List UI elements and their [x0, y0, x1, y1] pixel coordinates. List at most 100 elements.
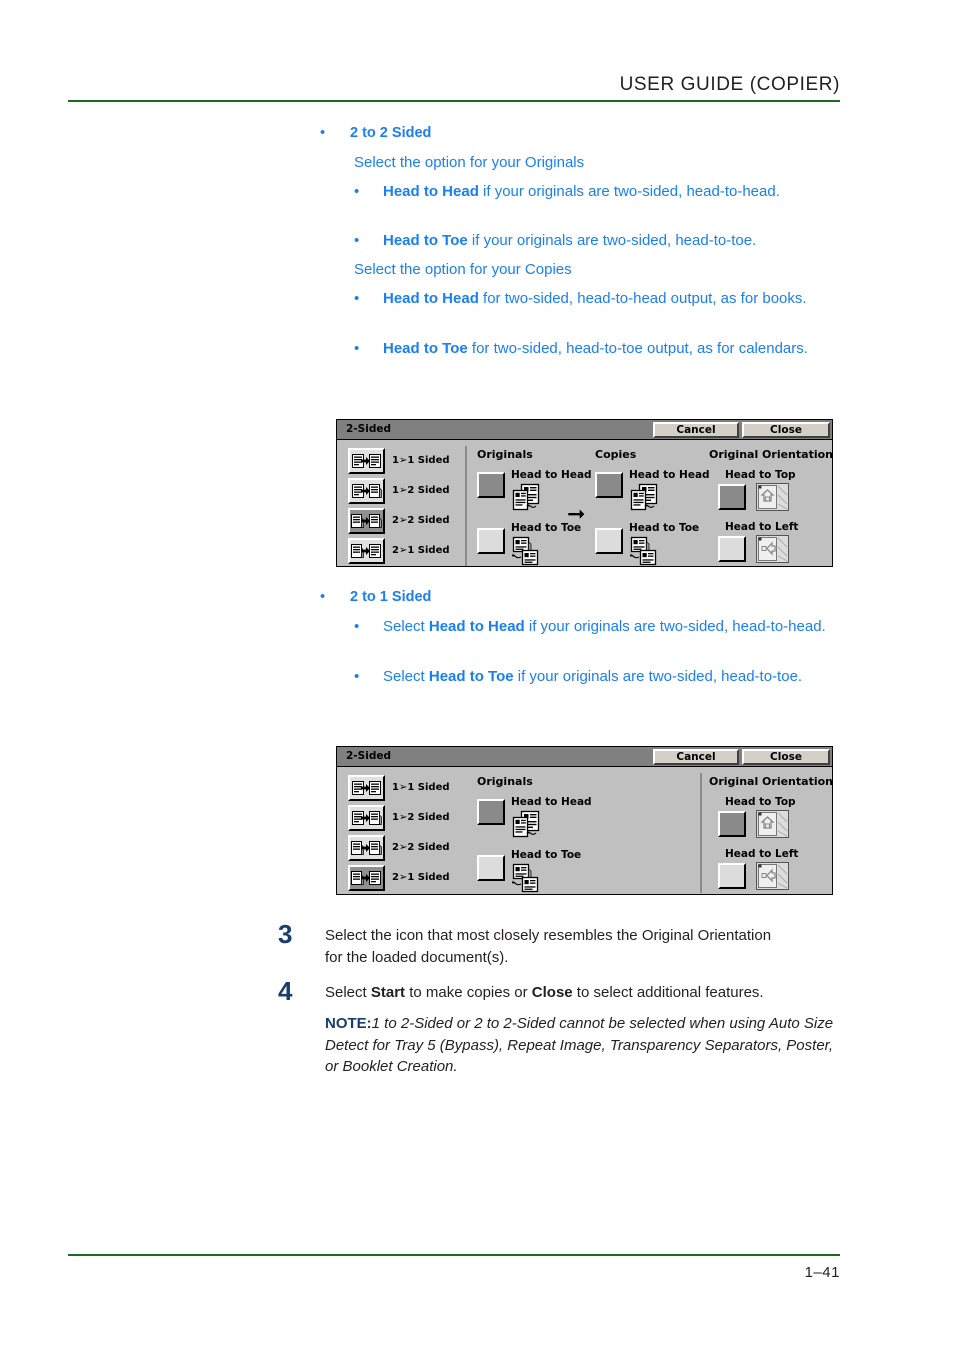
- orientation-head-to-top-button[interactable]: [718, 484, 746, 510]
- orientation-head-to-top-label: Head to Top: [725, 469, 796, 481]
- orientation-head-to-left-label: Head to Left: [725, 521, 799, 533]
- header-rule: [68, 100, 840, 102]
- mode-button-1to1[interactable]: [348, 448, 385, 474]
- two-to-two-sided-icon: [351, 514, 382, 528]
- list-item-text: for two-sided, head-to-toe output, as fo…: [467, 340, 808, 357]
- mode-label-1to1: 1➢1 Sided: [392, 455, 450, 466]
- originals-column-header: Originals: [477, 775, 533, 788]
- list-item-prefix: Select: [383, 668, 429, 685]
- bullet-icon: •: [354, 618, 360, 635]
- list-item-text: for two-sided, head-to-head output, as f…: [478, 290, 807, 307]
- panel-titlebar: 2-Sided Cancel Close: [337, 420, 832, 440]
- mode-button-1to2[interactable]: [348, 805, 385, 831]
- copier-panel-2to1[interactable]: 2-Sided Cancel Close 1➢1 Sided 1➢2 Sided…: [336, 746, 833, 895]
- mode-button-1to1[interactable]: [348, 775, 385, 801]
- orientation-head-to-left-button[interactable]: [718, 863, 746, 889]
- originals-head-to-toe-label: Head to Toe: [511, 849, 582, 861]
- mode-label-1to1: 1➢1 Sided: [392, 782, 450, 793]
- mode-button-2to2[interactable]: [348, 508, 385, 534]
- originals-intro-text: Select the option for your Originals: [354, 154, 585, 171]
- list-item-bold: Head to Toe: [383, 232, 468, 249]
- section-2to2-heading-text: 2 to 2 Sided: [350, 125, 432, 141]
- two-to-two-sided-icon: [351, 841, 382, 855]
- originals-head-to-head-button[interactable]: [477, 472, 505, 498]
- head-to-head-icon: [630, 483, 658, 511]
- cancel-button[interactable]: Cancel: [653, 422, 739, 438]
- list-item: • Head to Toe if your originals are two-…: [354, 230, 840, 251]
- panel-title: 2-Sided: [346, 750, 391, 762]
- flow-arrow-icon: ➞: [567, 502, 586, 527]
- section-2to2-heading: • 2 to 2 Sided: [320, 123, 840, 143]
- step-4-text: Select Start to make copies or Close to …: [325, 982, 845, 1004]
- close-button[interactable]: Close: [742, 422, 830, 438]
- page-header-title: USER GUIDE (COPIER): [68, 74, 840, 96]
- page-number: 1–41: [804, 1264, 840, 1281]
- mode-button-2to1[interactable]: [348, 538, 385, 564]
- head-to-toe-icon: [512, 536, 539, 566]
- bullet-icon: •: [320, 589, 326, 605]
- close-button[interactable]: Close: [742, 749, 830, 765]
- orientation-column-header: Original Orientation: [709, 775, 833, 788]
- one-to-two-sided-icon: [352, 484, 382, 498]
- list-item-bold: Head to Toe: [428, 668, 514, 685]
- two-to-one-sided-icon: [351, 871, 381, 885]
- mode-label-1to2: 1➢2 Sided: [392, 812, 450, 823]
- bullet-icon: •: [354, 290, 360, 307]
- step-number-3: 3: [278, 919, 293, 949]
- document-page: USER GUIDE (COPIER) • 2 to 2 Sided Selec…: [0, 0, 954, 1351]
- step-4-middle: to make copies or: [405, 984, 532, 1001]
- mode-label-1to2: 1➢2 Sided: [392, 485, 450, 496]
- originals-head-to-head-button[interactable]: [477, 799, 505, 825]
- mode-label-2to1: 2➢1 Sided: [392, 545, 450, 556]
- mode-label-2to2: 2➢2 Sided: [392, 515, 450, 526]
- list-item-bold: Head to Head: [383, 183, 479, 200]
- list-item-bold: Head to Head: [428, 618, 525, 635]
- orientation-head-to-left-button[interactable]: [718, 536, 746, 562]
- step-4-prefix: Select: [325, 984, 371, 1001]
- bullet-icon: •: [354, 183, 360, 200]
- copies-head-to-toe-label: Head to Toe: [629, 522, 700, 534]
- two-to-one-sided-icon: [351, 544, 381, 558]
- mode-button-2to1[interactable]: [348, 865, 385, 891]
- panel-title: 2-Sided: [346, 423, 391, 435]
- note-block: NOTE:1 to 2-Sided or 2 to 2-Sided cannot…: [325, 1013, 841, 1078]
- head-to-head-icon: [512, 483, 540, 511]
- list-item: • Head to Head for two-sided, head-to-he…: [354, 288, 840, 309]
- one-to-one-sided-icon: [352, 454, 381, 468]
- mode-label-2to2: 2➢2 Sided: [392, 842, 450, 853]
- copies-head-to-head-button[interactable]: [595, 472, 623, 498]
- originals-head-to-toe-button[interactable]: [477, 855, 505, 881]
- bullet-icon: •: [320, 125, 326, 141]
- orientation-head-to-left-label: Head to Left: [725, 848, 799, 860]
- list-item-prefix: Select: [383, 618, 429, 635]
- list-item-text: if your originals are two-sided, head-to…: [513, 668, 803, 685]
- list-item: • Head to Head if your originals are two…: [354, 181, 840, 202]
- bullet-icon: •: [354, 232, 360, 249]
- mode-label-2to1: 2➢1 Sided: [392, 872, 450, 883]
- step-3-text: Select the icon that most closely resemb…: [325, 927, 772, 966]
- step-number-4: 4: [278, 976, 293, 1006]
- section-2to1-heading: • 2 to 1 Sided: [320, 587, 840, 607]
- orientation-head-to-top-button[interactable]: [718, 811, 746, 837]
- panel-titlebar: 2-Sided Cancel Close: [337, 747, 832, 767]
- bullet-icon: •: [354, 668, 360, 685]
- header-title-text: USER GUIDE (COPIER): [619, 74, 840, 95]
- mode-button-1to2[interactable]: [348, 478, 385, 504]
- footer-rule: [68, 1254, 840, 1256]
- one-to-two-sided-icon: [352, 811, 382, 825]
- copies-column-header: Copies: [595, 448, 637, 461]
- cancel-button[interactable]: Cancel: [653, 749, 739, 765]
- originals-head-to-head-label: Head to Head: [511, 796, 592, 808]
- list-item-bold: Head to Toe: [383, 340, 468, 357]
- list-item-text: if your originals are two-sided, head-to…: [524, 618, 826, 635]
- mode-button-2to2[interactable]: [348, 835, 385, 861]
- list-item-text: if your originals are two-sided, head-to…: [467, 232, 757, 249]
- list-item: • Select Head to Toe if your originals a…: [354, 666, 840, 687]
- section-2to1-heading-text: 2 to 1 Sided: [350, 589, 432, 605]
- list-item-bold: Head to Head: [383, 290, 479, 307]
- copies-head-to-head-label: Head to Head: [629, 469, 710, 481]
- originals-head-to-toe-button[interactable]: [477, 528, 505, 554]
- head-to-toe-icon: [512, 863, 539, 893]
- copies-head-to-toe-button[interactable]: [595, 528, 623, 554]
- copier-panel-2to2[interactable]: 2-Sided Cancel Close 1➢1 Sided 1➢2 Sided…: [336, 419, 833, 567]
